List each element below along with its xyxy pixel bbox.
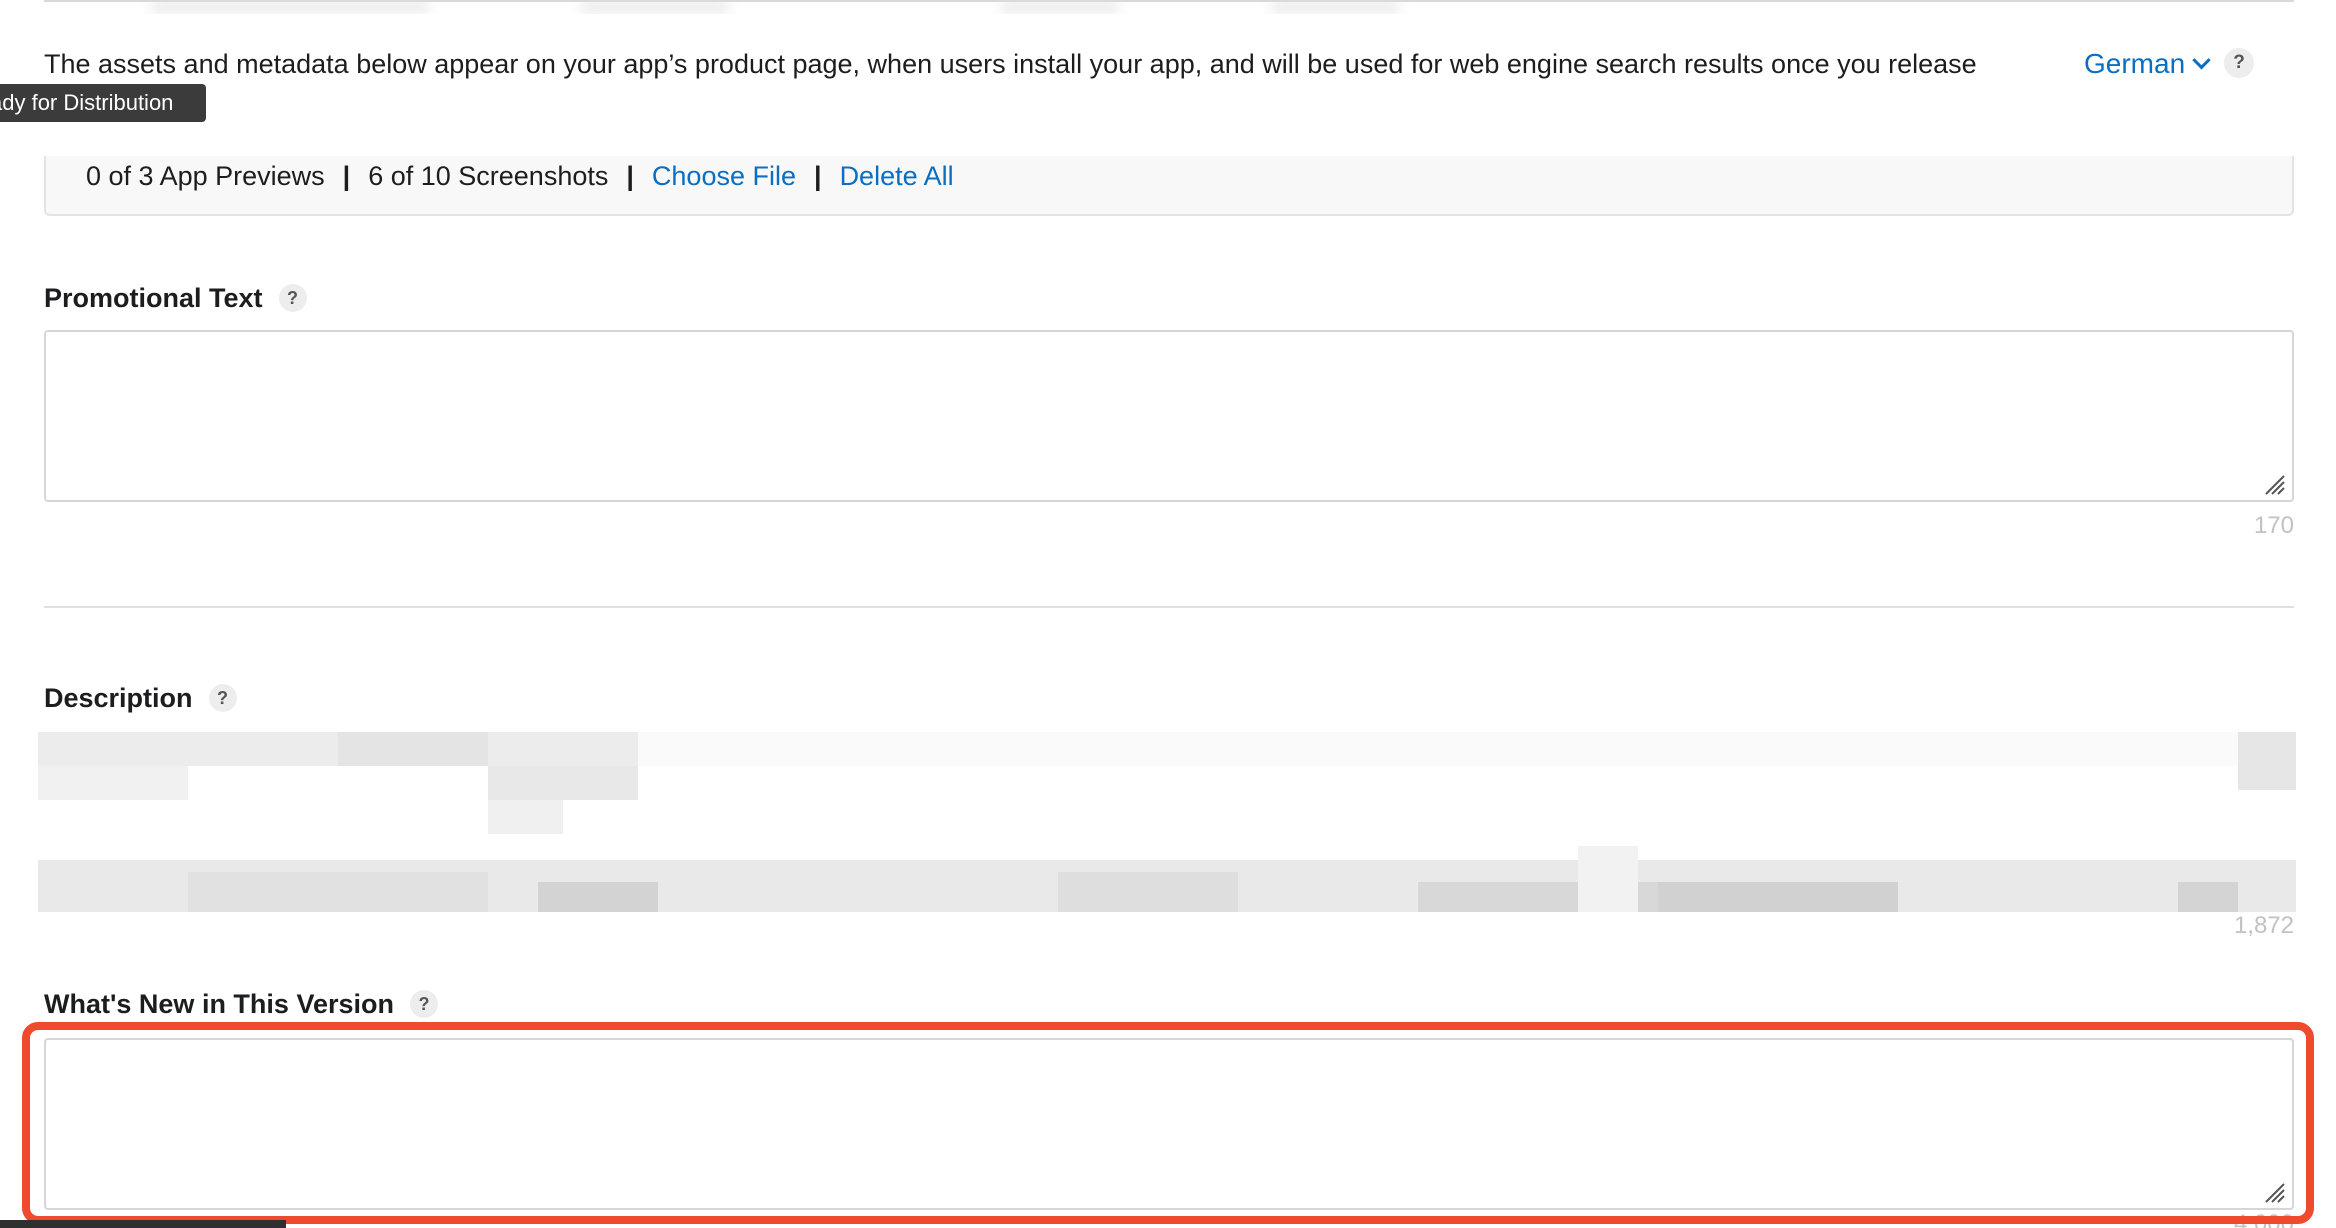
media-summary: 0 of 3 App Previews | 6 of 10 Screenshot… [86,156,954,196]
intro-text: The assets and metadata below appear on … [44,49,1977,79]
promotional-text-label: Promotional Text ? [44,280,307,316]
promotional-text-counter: 170 [2253,512,2294,539]
blurred-header-strip [0,0,2336,14]
whats-new-title: What's New in This Version [44,989,394,1019]
help-icon[interactable]: ? [2224,48,2254,78]
separator: | [342,161,351,191]
app-store-connect-page: The assets and metadata below appear on … [0,0,2336,1228]
description-counter: 1,872 [2233,912,2294,939]
help-icon[interactable]: ? [410,990,438,1018]
help-icon[interactable]: ? [208,684,237,712]
separator: | [626,161,634,191]
section-divider [44,606,2294,608]
separator: | [814,161,822,191]
help-icon[interactable]: ? [278,284,307,312]
delete-all-link[interactable]: Delete All [840,156,954,196]
status-tooltip: ady for Distribution [0,84,206,122]
description-redacted[interactable] [38,732,2296,912]
promotional-text-title: Promotional Text [44,283,263,313]
whats-new-label: What's New in This Version ? [44,986,438,1022]
screenshots-count: 6 of 10 Screenshots [368,161,609,191]
app-previews-count: 0 of 3 App Previews [86,161,325,191]
description-title: Description [44,683,193,713]
choose-file-link[interactable]: Choose File [652,156,796,196]
description-label: Description ? [44,680,237,716]
whats-new-counter: 4,000 [2233,1210,2294,1228]
chevron-down-icon [2192,50,2211,69]
language-label: German [2084,48,2186,79]
whats-new-input[interactable] [44,1038,2294,1210]
language-selector[interactable]: German [2084,46,2211,82]
tooltip-text: ady for Distribution [0,90,174,115]
resize-handle-icon[interactable] [2262,472,2286,496]
promotional-text-input[interactable] [44,330,2294,502]
bottom-bar [0,1220,286,1228]
resize-handle-icon[interactable] [2262,1180,2286,1204]
top-divider [44,0,2294,2]
